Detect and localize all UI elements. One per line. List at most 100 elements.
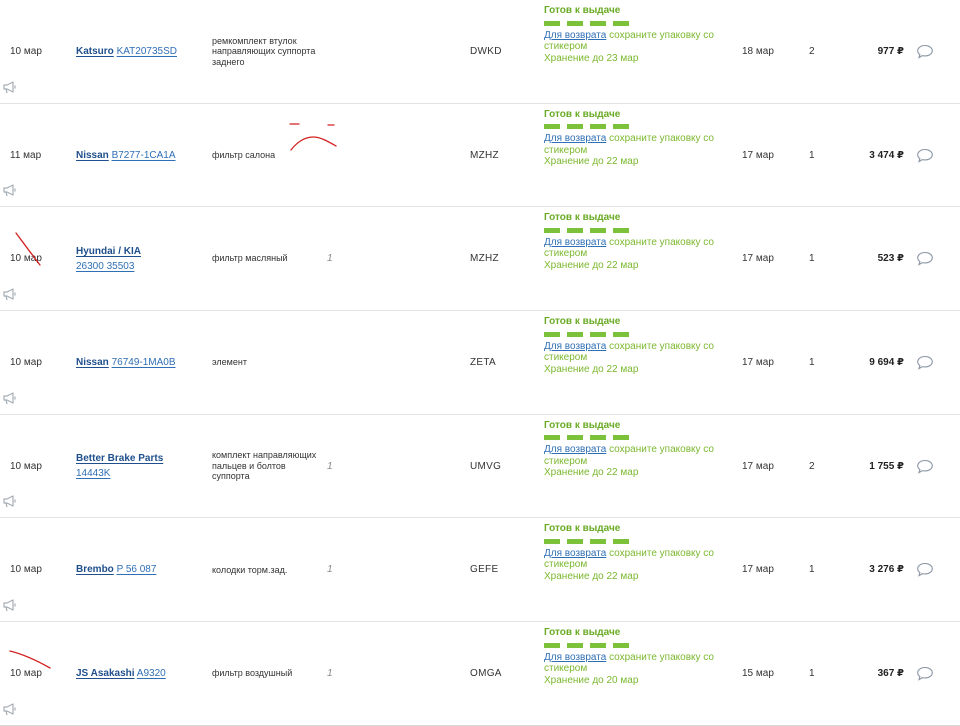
status-ready-link[interactable]: Готов к выдаче	[544, 627, 724, 639]
megaphone-icon[interactable]	[2, 183, 18, 200]
return-link[interactable]: Для возврата	[544, 652, 606, 663]
order-status: Готов к выдаче Для возврата сохраните уп…	[544, 523, 724, 582]
order-status: Готов к выдаче Для возврата сохраните уп…	[544, 212, 724, 271]
return-note: Для возврата сохраните упаковку со стике…	[544, 548, 724, 571]
order-status: Готов к выдаче Для возврата сохраните уп…	[544, 420, 724, 479]
progress-step	[544, 124, 560, 130]
orders-list: 10 мар Katsuro KAT20735SD ремкомплект вт…	[0, 0, 960, 726]
status-progress	[544, 642, 724, 648]
order-status: Готов к выдаче Для возврата сохраните уп…	[544, 627, 724, 686]
progress-step	[567, 227, 583, 233]
chat-bubble-icon[interactable]	[916, 207, 934, 310]
status-ready-link[interactable]: Готов к выдаче	[544, 420, 724, 432]
progress-step	[613, 227, 629, 233]
price: 3 276 ₽	[869, 564, 904, 576]
status-ready-link[interactable]: Готов к выдаче	[544, 523, 724, 535]
brand-line: Nissan B7277-1CA1A	[76, 148, 196, 163]
part-description: фильтр воздушный	[212, 668, 293, 679]
pickup-code: OMGA	[470, 667, 502, 679]
return-link[interactable]: Для возврата	[544, 444, 606, 455]
brand-link[interactable]: Katsuro	[76, 46, 114, 57]
storage-until: Хранение до 22 мар	[544, 467, 639, 479]
brand-link[interactable]: Nissan	[76, 357, 109, 368]
brand-line: Brembo P 56 087	[76, 562, 196, 577]
megaphone-icon[interactable]	[2, 391, 18, 408]
status-ready-link[interactable]: Готов к выдаче	[544, 316, 724, 328]
delivery-date: 18 мар	[742, 45, 774, 57]
delivery-date: 17 мар	[742, 460, 774, 472]
brand-article-cell: Better Brake Parts 14443K	[76, 415, 196, 518]
chat-bubble-icon[interactable]	[916, 0, 934, 103]
status-progress	[544, 227, 724, 233]
progress-step	[544, 331, 560, 337]
status-ready-link[interactable]: Готов к выдаче	[544, 212, 724, 224]
table-row: 11 мар Nissan B7277-1CA1A фильтр салона …	[0, 104, 960, 208]
return-note: Для возврата сохраните упаковку со стике…	[544, 652, 724, 675]
article-link[interactable]: 14443K	[76, 468, 110, 479]
chat-bubble-icon[interactable]	[916, 415, 934, 518]
status-ready-link[interactable]: Готов к выдаче	[544, 109, 724, 121]
article-link[interactable]: A9320	[137, 668, 166, 679]
megaphone-icon[interactable]	[2, 494, 18, 511]
article-link[interactable]: 26300 35503	[76, 261, 134, 272]
chat-bubble-icon[interactable]	[916, 311, 934, 414]
delivery-date: 17 мар	[742, 253, 774, 265]
brand-link[interactable]: JS Asakashi	[76, 668, 135, 679]
brand-link[interactable]: Brembo	[76, 564, 114, 575]
brand-line: Hyundai / KIA	[76, 244, 196, 259]
price: 977 ₽	[877, 45, 904, 57]
chat-bubble-icon[interactable]	[916, 104, 934, 207]
brand-article-cell: JS Asakashi A9320	[76, 622, 196, 725]
order-status: Готов к выдаче Для возврата сохраните уп…	[544, 109, 724, 168]
storage-until: Хранение до 22 мар	[544, 363, 639, 375]
return-note: Для возврата сохраните упаковку со стике…	[544, 30, 724, 53]
progress-step	[590, 538, 606, 544]
article-link[interactable]: B7277-1CA1A	[112, 150, 176, 161]
storage-until: Хранение до 22 мар	[544, 259, 639, 271]
return-link[interactable]: Для возврата	[544, 133, 606, 144]
return-link[interactable]: Для возврата	[544, 30, 606, 41]
megaphone-icon[interactable]	[2, 80, 18, 97]
progress-step	[544, 20, 560, 26]
storage-until: Хранение до 23 мар	[544, 52, 639, 64]
status-ready-link[interactable]: Готов к выдаче	[544, 5, 724, 17]
chat-bubble-icon[interactable]	[916, 518, 934, 621]
price: 523 ₽	[877, 253, 904, 265]
quantity: 1	[809, 149, 815, 161]
chat-bubble-icon[interactable]	[916, 622, 934, 725]
return-note: Для возврата сохраните упаковку со стике…	[544, 133, 724, 156]
quantity: 1	[809, 356, 815, 368]
megaphone-icon[interactable]	[2, 598, 18, 615]
brand-line: Katsuro KAT20735SD	[76, 44, 196, 59]
status-progress	[544, 331, 724, 337]
progress-step	[590, 124, 606, 130]
pickup-code: ZETA	[470, 356, 497, 368]
delivery-date: 17 мар	[742, 149, 774, 161]
progress-step	[590, 20, 606, 26]
price: 367 ₽	[877, 667, 904, 679]
return-link[interactable]: Для возврата	[544, 341, 606, 352]
return-note: Для возврата сохраните упаковку со стике…	[544, 341, 724, 364]
article-link[interactable]: 76749-1MA0B	[112, 357, 176, 368]
article-link[interactable]: KAT20735SD	[117, 46, 177, 57]
delivery-date: 17 мар	[742, 356, 774, 368]
storage-until: Хранение до 22 мар	[544, 156, 639, 168]
progress-step	[590, 435, 606, 441]
table-row: 10 мар Hyundai / KIA 26300 35503 фильтр …	[0, 207, 960, 312]
progress-step	[590, 227, 606, 233]
megaphone-icon[interactable]	[2, 702, 18, 719]
megaphone-icon[interactable]	[2, 287, 18, 304]
progress-step	[567, 20, 583, 26]
progress-step	[590, 642, 606, 648]
brand-link[interactable]: Hyundai / KIA	[76, 246, 141, 257]
return-link[interactable]: Для возврата	[544, 548, 606, 559]
brand-link[interactable]: Better Brake Parts	[76, 453, 163, 464]
article-link[interactable]: P 56 087	[117, 564, 157, 575]
return-link[interactable]: Для возврата	[544, 237, 606, 248]
progress-step	[567, 124, 583, 130]
progress-step	[567, 435, 583, 441]
article-line: 26300 35503	[76, 259, 196, 274]
brand-link[interactable]: Nissan	[76, 150, 109, 161]
part-description: элемент	[212, 357, 247, 368]
handwritten-mark: 1	[327, 460, 333, 472]
